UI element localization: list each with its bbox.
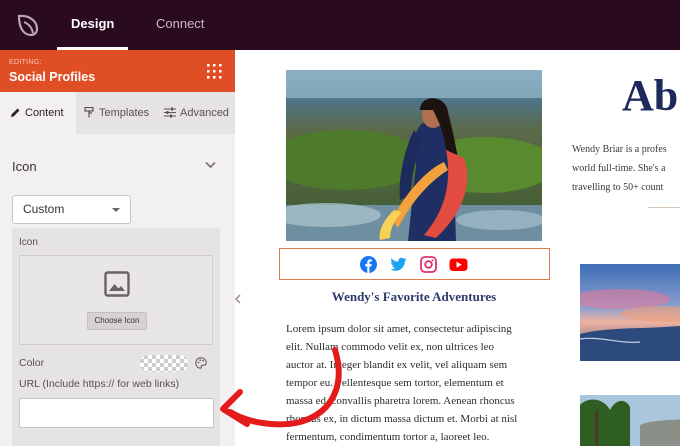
text-line: world full-time. She's a <box>572 163 666 174</box>
text-line: tempor eu. Pellentesque sem tortor, elem… <box>286 377 504 389</box>
tab-templates-label: Templates <box>99 107 150 119</box>
text-line: travelling to 50+ count <box>572 182 664 193</box>
bio-paragraph: Wendy Briar is a profes world full-time.… <box>572 140 680 197</box>
paint-roller-icon <box>84 106 94 118</box>
text-line: Lorem ipsum dolor sit amet, consectetur … <box>286 323 512 335</box>
text-line: elit. Nullam commodo velit ex, non ultri… <box>286 341 495 353</box>
sunset-photo[interactable] <box>580 264 680 361</box>
icon-type-select[interactable]: Custom <box>12 195 131 224</box>
palette-icon[interactable] <box>195 357 207 369</box>
pencil-icon <box>11 108 20 117</box>
text-line: Wendy Briar is a profes <box>572 144 667 155</box>
top-bar: Design Connect <box>0 0 680 50</box>
tab-content[interactable]: Content <box>0 92 76 134</box>
image-icon <box>104 271 130 297</box>
text-line: rhoncus ex, in dictum massa dictum et. M… <box>286 413 518 425</box>
editing-label: EDITING: <box>9 59 42 66</box>
favorite-adventures-heading: Wendy's Favorite Adventures <box>331 289 497 304</box>
tab-design[interactable]: Design <box>56 0 129 50</box>
page-preview: Wendy's Favorite Adventures Lorem ipsum … <box>250 50 680 446</box>
seedprod-logo-icon[interactable] <box>14 11 42 39</box>
icon-upload-area[interactable]: Choose Icon <box>19 255 213 345</box>
text-line: fermentum, condimentum tortor a, laoreet… <box>286 431 490 443</box>
url-input[interactable] <box>19 398 214 428</box>
facebook-icon[interactable] <box>360 256 377 273</box>
caret-down-icon <box>112 208 120 212</box>
tab-connect[interactable]: Connect <box>156 0 204 50</box>
twitter-icon[interactable] <box>390 256 407 273</box>
panel-subtabs: Content Templates Advanced <box>0 92 235 134</box>
text-line: massa ed, convallis pharetra lorem. Aene… <box>286 395 515 407</box>
tab-content-label: Content <box>25 107 64 119</box>
text-line: auctor at. Integer blandit ex velit, vel… <box>286 359 508 371</box>
surfer-photo[interactable] <box>286 70 542 241</box>
settings-panel: EDITING: Social Profiles Content Templat… <box>0 50 235 446</box>
icon-type-select-value: Custom <box>23 202 65 216</box>
icon-field-label: Icon <box>19 237 38 248</box>
sliders-icon <box>164 107 176 118</box>
section-title-icon[interactable]: Icon <box>12 159 37 174</box>
color-label: Color <box>19 357 45 369</box>
url-label: URL (Include https:// for web links) <box>19 378 180 390</box>
chevron-down-icon[interactable] <box>205 161 216 169</box>
collapse-panel-icon[interactable] <box>232 290 244 308</box>
instagram-icon[interactable] <box>420 256 437 273</box>
panel-title: Social Profiles <box>9 70 96 84</box>
coast-photo[interactable] <box>580 395 680 446</box>
lorem-paragraph: Lorem ipsum dolor sit amet, consectetur … <box>286 320 548 446</box>
tab-advanced[interactable]: Advanced <box>164 92 229 134</box>
tab-advanced-label: Advanced <box>180 107 229 119</box>
panel-header: EDITING: Social Profiles <box>0 50 235 92</box>
youtube-icon[interactable] <box>449 256 468 273</box>
divider <box>648 207 680 208</box>
color-swatch[interactable] <box>140 355 188 372</box>
grid-icon[interactable] <box>207 64 222 79</box>
tab-templates[interactable]: Templates <box>84 92 149 134</box>
social-profiles-block[interactable] <box>279 248 550 280</box>
choose-icon-button[interactable]: Choose Icon <box>87 312 147 330</box>
about-heading: Ab <box>622 71 679 120</box>
